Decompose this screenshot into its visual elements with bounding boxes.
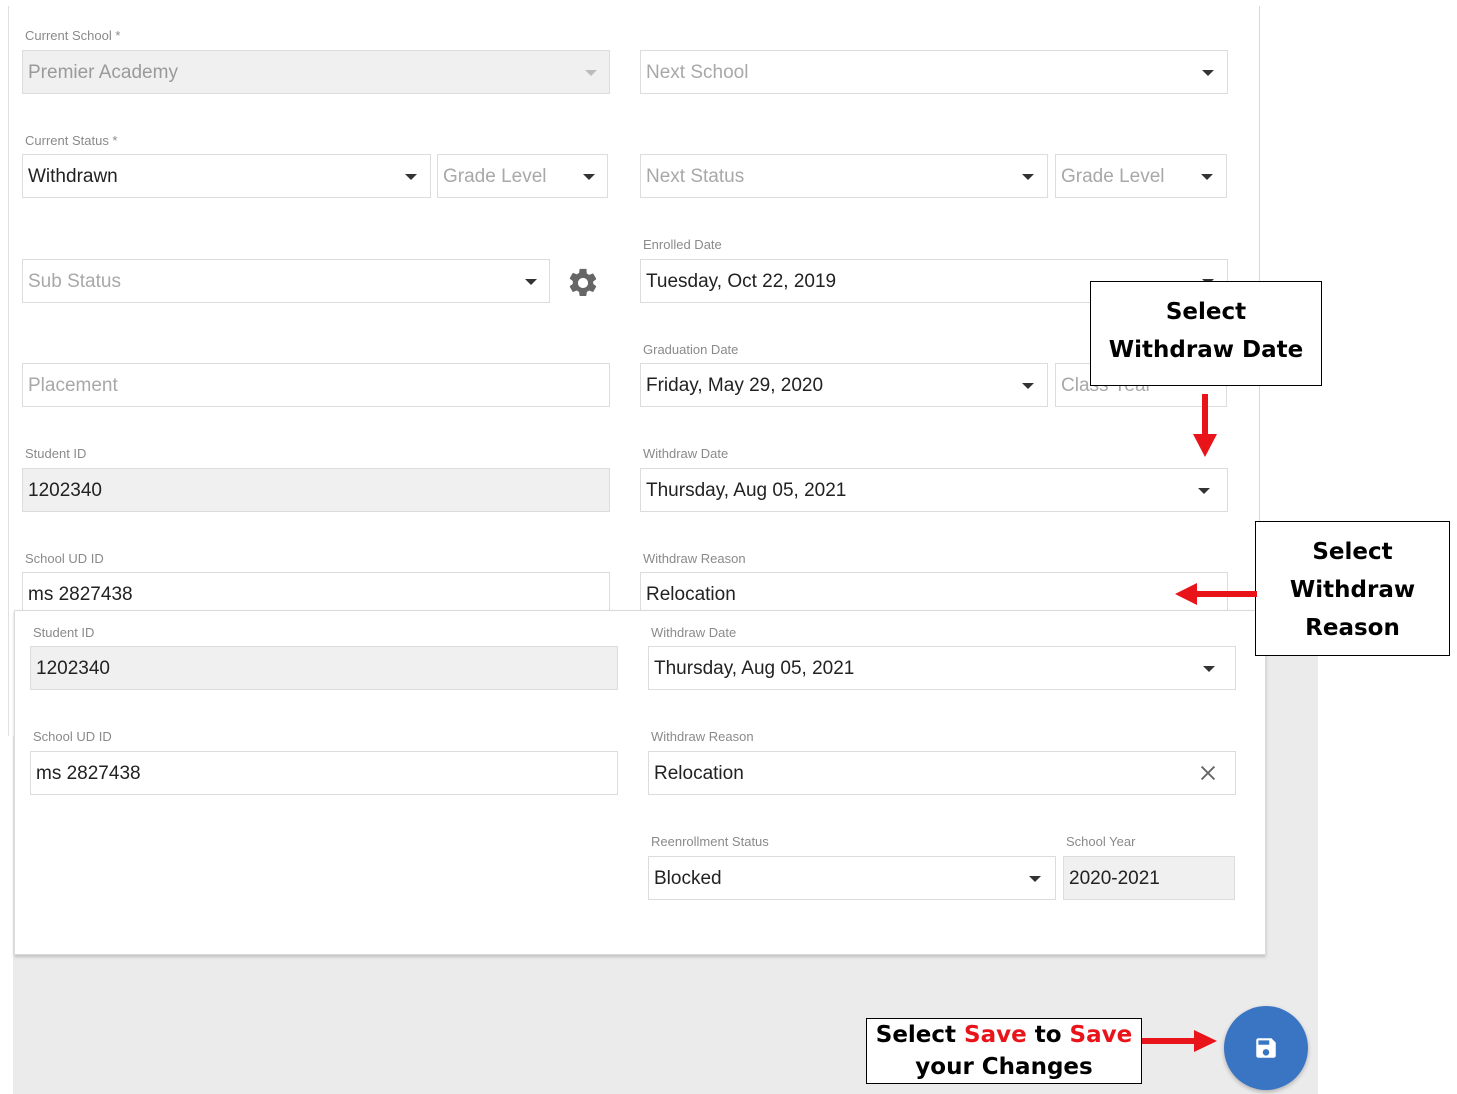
chevron-down-icon <box>1029 876 1041 882</box>
grade-level-next-select[interactable]: Grade Level <box>1055 154 1227 198</box>
current-status-select[interactable]: Withdrawn <box>22 154 431 198</box>
callout-text-red: Save <box>964 1022 1027 1048</box>
chevron-down-icon <box>1203 666 1215 672</box>
current-status-value: Withdrawn <box>28 166 118 187</box>
student-id-label: Student ID <box>25 446 87 461</box>
floppy-disk-icon <box>1256 1038 1276 1058</box>
callout-text: Select <box>875 1022 965 1048</box>
chevron-down-icon <box>1202 70 1214 76</box>
chevron-down-icon <box>585 70 597 76</box>
student-id-value: 1202340 <box>36 658 110 679</box>
callout-line: Select <box>1312 539 1393 565</box>
enrolled-date-label: Enrolled Date <box>643 237 722 252</box>
placement-placeholder: Placement <box>28 375 118 396</box>
next-school-select[interactable]: Next School <box>640 50 1228 94</box>
graduation-date-label: Graduation Date <box>643 342 739 357</box>
chevron-down-icon <box>1201 174 1213 180</box>
withdraw-reason-select[interactable]: Relocation <box>648 751 1236 795</box>
withdraw-date-label: Withdraw Date <box>643 446 729 461</box>
withdraw-reason-label: Withdraw Reason <box>651 729 754 744</box>
current-school-value: Premier Academy <box>28 62 178 83</box>
school-ud-id-label: School UD ID <box>25 551 104 566</box>
graduation-date-value: Friday, May 29, 2020 <box>646 375 824 396</box>
school-ud-id-value: ms 2827438 <box>36 763 141 784</box>
student-id-label: Student ID <box>33 625 95 640</box>
callout-text-red: Save <box>1069 1022 1133 1048</box>
next-status-select[interactable]: Next Status <box>640 154 1048 198</box>
save-button[interactable] <box>1224 1006 1308 1090</box>
withdraw-date-label: Withdraw Date <box>651 625 737 640</box>
student-id-value: 1202340 <box>28 480 102 501</box>
reenrollment-status-label: Reenrollment Status <box>651 834 769 849</box>
school-year-label: School Year <box>1066 834 1136 849</box>
reenrollment-status-value: Blocked <box>654 868 722 889</box>
callout-text: to <box>1026 1022 1070 1048</box>
withdraw-reason-value: Relocation <box>646 584 736 605</box>
chevron-down-icon <box>405 174 417 180</box>
withdraw-reason-value: Relocation <box>654 763 744 784</box>
withdraw-date-value: Thursday, Aug 05, 2021 <box>646 480 847 501</box>
grade-level-placeholder: Grade Level <box>443 166 547 187</box>
gear-icon[interactable] <box>566 266 600 300</box>
school-ud-id-value: ms 2827438 <box>28 584 133 605</box>
withdraw-date-picker[interactable]: Thursday, Aug 05, 2021 <box>648 646 1236 690</box>
next-school-placeholder: Next School <box>646 62 749 83</box>
callout-line: Select <box>1165 299 1247 325</box>
placement-input[interactable]: Placement <box>22 363 610 407</box>
grade-level-current-select[interactable]: Grade Level <box>437 154 608 198</box>
arrow-right-icon <box>1142 1030 1217 1052</box>
reenrollment-status-select[interactable]: Blocked <box>648 856 1056 900</box>
school-year-field: 2020-2021 <box>1063 856 1235 900</box>
sub-status-placeholder: Sub Status <box>28 271 121 292</box>
chevron-down-icon <box>1022 174 1034 180</box>
graduation-date-picker[interactable]: Friday, May 29, 2020 <box>640 363 1048 407</box>
withdraw-date-callout: Select Withdraw Date <box>1090 281 1322 386</box>
student-id-field: 1202340 <box>22 468 610 512</box>
callout-line: Withdraw <box>1289 577 1416 603</box>
arrow-down-icon <box>1193 394 1217 457</box>
enrolled-date-value: Tuesday, Oct 22, 2019 <box>646 271 837 292</box>
close-icon[interactable] <box>1197 762 1219 784</box>
arrow-left-icon <box>1175 583 1257 605</box>
chevron-down-icon <box>525 279 537 285</box>
current-status-label: Current Status * <box>25 133 118 148</box>
withdraw-reason-callout: Select Withdraw Reason <box>1255 521 1450 656</box>
callout-line: Withdraw Date <box>1108 337 1304 363</box>
callout-line: your Changes <box>915 1054 1093 1080</box>
next-status-placeholder: Next Status <box>646 166 745 187</box>
student-id-field: 1202340 <box>30 646 618 690</box>
withdraw-date-value: Thursday, Aug 05, 2021 <box>654 658 855 679</box>
chevron-down-icon <box>1022 383 1034 389</box>
callout-line: Reason <box>1305 615 1400 641</box>
school-ud-id-input[interactable]: ms 2827438 <box>30 751 618 795</box>
withdraw-reason-label: Withdraw Reason <box>643 551 746 566</box>
callout-line: Select Save to Save <box>867 1019 1141 1051</box>
withdraw-date-picker[interactable]: Thursday, Aug 05, 2021 <box>640 468 1228 512</box>
sub-status-select[interactable]: Sub Status <box>22 259 550 303</box>
school-year-value: 2020-2021 <box>1069 868 1160 889</box>
current-school-label: Current School * <box>25 28 121 43</box>
school-ud-id-label: School UD ID <box>33 729 112 744</box>
grade-level-placeholder: Grade Level <box>1061 166 1165 187</box>
save-callout: Select Save to Save your Changes <box>866 1018 1142 1084</box>
chevron-down-icon <box>1198 488 1210 494</box>
chevron-down-icon <box>583 174 595 180</box>
current-school-select: Premier Academy <box>22 50 610 94</box>
